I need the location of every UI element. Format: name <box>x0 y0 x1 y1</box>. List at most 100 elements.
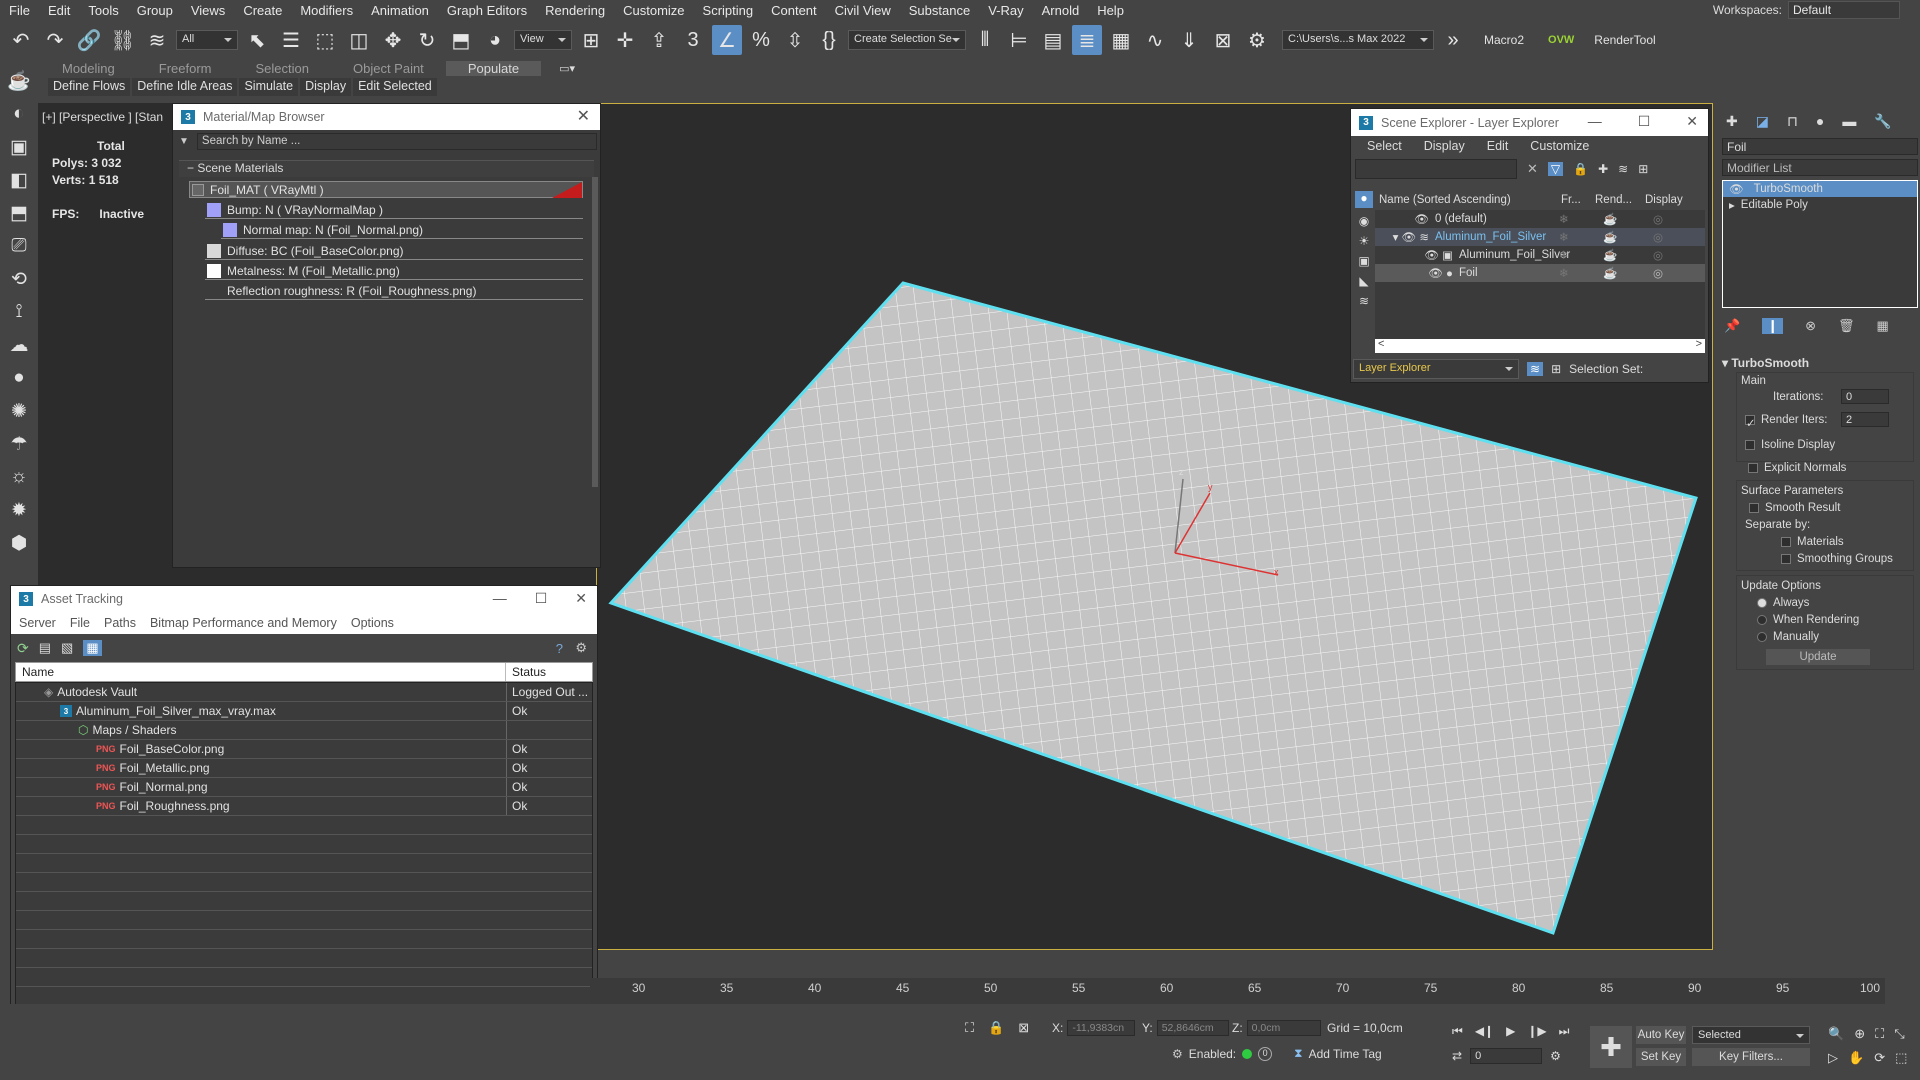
filter-icon[interactable]: ▽ <box>1547 162 1564 176</box>
cube-icon[interactable]: ⬢ <box>6 530 32 556</box>
menu-modifiers[interactable]: Modifiers <box>291 3 362 18</box>
align-icon[interactable]: ⊨ <box>1004 25 1034 55</box>
ovw-icon[interactable]: OVW <box>1548 34 1574 46</box>
display-icon[interactable]: ◎ <box>1653 266 1663 280</box>
settings-icon[interactable]: ⚙ <box>575 640 587 656</box>
pan-view-icon[interactable]: ✋ <box>1848 1050 1864 1066</box>
menu-create[interactable]: Create <box>234 3 291 18</box>
table-row[interactable]: PNG Foil_Roughness.png Ok <box>16 797 592 816</box>
menu-bitmap-performance[interactable]: Bitmap Performance and Memory <box>150 616 337 630</box>
clear-search-icon[interactable]: ✕ <box>1527 161 1538 177</box>
render-setup-icon[interactable]: ⚙ <box>1242 25 1272 55</box>
tab-freeform[interactable]: Freeform <box>137 61 234 76</box>
column-name-sorted[interactable]: Name (Sorted Ascending) <box>1375 194 1561 206</box>
maximize-icon[interactable]: ☐ <box>1638 113 1651 130</box>
create-tab-icon[interactable]: ✚ <box>1726 113 1738 130</box>
define-idle-areas-button[interactable]: Define Idle Areas <box>132 78 238 96</box>
utilities-tab-icon[interactable]: 🔧 <box>1874 113 1891 130</box>
menu-graph-editors[interactable]: Graph Editors <box>438 3 536 18</box>
umbrella-icon[interactable]: ☂ <box>6 431 32 457</box>
layer-row-aluminum-foil[interactable]: ▾ 👁 ≋ Aluminum_Foil_Silver ❄ ☕ ◎ <box>1375 228 1705 246</box>
material-item-diffuse[interactable]: Diffuse: BC (Foil_BaseColor.png) <box>205 243 583 260</box>
time-tag-icon[interactable]: ⧗ <box>1294 1046 1302 1061</box>
enabled-indicator-icon[interactable] <box>1242 1048 1253 1059</box>
menu-paths[interactable]: Paths <box>104 616 136 630</box>
workspace-dropdown[interactable]: Default <box>1788 1 1900 19</box>
edit-selected-button[interactable]: Edit Selected <box>353 78 437 96</box>
selection-filter-dropdown[interactable]: All <box>176 30 238 50</box>
update-manually-radio[interactable] <box>1757 631 1767 642</box>
pivot-center-icon[interactable]: ⊞ <box>576 25 606 55</box>
display-icon[interactable]: ◎ <box>1653 212 1663 226</box>
z-coordinate-field[interactable]: 0,0cm <box>1246 1020 1321 1036</box>
add-time-tag-button[interactable]: Add Time Tag <box>1309 1047 1382 1061</box>
percent-snap-icon[interactable]: % <box>746 25 776 55</box>
y-coordinate-field[interactable]: 52,8646cm <box>1156 1020 1229 1036</box>
menu-select[interactable]: Select <box>1367 139 1402 153</box>
placement-icon[interactable]: ◕ <box>480 25 510 55</box>
update-always-radio[interactable] <box>1757 597 1767 608</box>
display-all-icon[interactable]: ● <box>1355 191 1373 208</box>
tab-populate[interactable]: Populate <box>445 61 542 76</box>
absolute-mode-icon[interactable]: ⊠ <box>1018 1020 1029 1036</box>
thumbnail-icon[interactable]: ▧ <box>61 640 73 656</box>
menu-views[interactable]: Views <box>182 3 234 18</box>
project-folder-dropdown[interactable]: C:\Users\s...s Max 2022 <box>1282 30 1434 50</box>
object-row-foil[interactable]: 👁 ● Foil ❄ ☕ ◎ <box>1375 264 1705 282</box>
show-end-result-icon[interactable]: ❙ <box>1762 318 1784 334</box>
menu-server[interactable]: Server <box>19 616 56 630</box>
orbit-view-icon[interactable]: ⟳ <box>1874 1050 1885 1066</box>
explorer-type-dropdown[interactable]: Layer Explorer <box>1353 359 1519 379</box>
redo-icon[interactable]: ↷ <box>40 25 70 55</box>
display-tab-icon[interactable]: ▬ <box>1842 113 1856 129</box>
display-icon[interactable]: ◎ <box>1653 230 1663 244</box>
time-slider-track[interactable]: 30 35 40 45 50 55 60 65 70 75 80 85 90 9… <box>590 978 1885 1004</box>
isoline-display-checkbox[interactable] <box>1745 439 1755 450</box>
zoom-icon[interactable]: 🔍 <box>1828 1026 1844 1042</box>
time-config-icon[interactable]: ⚙ <box>1172 1047 1183 1061</box>
separate-materials-checkbox[interactable] <box>1781 536 1791 547</box>
add-layer-icon[interactable]: ✚ <box>1598 162 1608 176</box>
go-to-end-icon[interactable]: ⏭ <box>1559 1024 1570 1039</box>
menu-file[interactable]: File <box>0 3 39 18</box>
current-frame-field[interactable]: 0 <box>1470 1048 1543 1064</box>
window-crossing-icon[interactable]: ◫ <box>344 25 374 55</box>
scene-search-input[interactable] <box>1355 159 1517 179</box>
table-row[interactable]: ◈ Autodesk Vault Logged Out ... <box>16 683 592 702</box>
menu-civil-view[interactable]: Civil View <box>826 3 900 18</box>
material-editor-icon[interactable]: ⊠ <box>1208 25 1238 55</box>
cloud-icon[interactable]: ☁ <box>6 332 32 358</box>
menu-file[interactable]: File <box>70 616 90 630</box>
chevron-right-icon[interactable]: » <box>1438 25 1468 55</box>
rect-selection-icon[interactable]: ⬚ <box>310 25 340 55</box>
camera-icon[interactable]: ⎚ <box>6 233 32 259</box>
schematic-view-icon[interactable]: ⇓ <box>1174 25 1204 55</box>
key-selection-dropdown[interactable]: Selected <box>1692 1026 1810 1044</box>
toggle-ribbon-icon[interactable]: ▦ <box>1106 25 1136 55</box>
modify-icon[interactable]: ◧ <box>6 167 32 193</box>
stack-item-turbosmooth[interactable]: 👁 TurboSmooth <box>1723 181 1917 197</box>
macro-label[interactable]: Macro2 <box>1484 33 1524 47</box>
asset-tracking-titlebar[interactable]: 3 Asset Tracking — ☐ ✕ <box>11 586 597 612</box>
iterations-spinner[interactable]: 0 <box>1841 389 1889 404</box>
layers-icon[interactable]: ≋ <box>1618 162 1628 176</box>
cameras-icon[interactable]: ▣ <box>1358 254 1369 268</box>
object-name-field[interactable]: Foil <box>1722 138 1918 155</box>
populate-icon[interactable]: ⟟ <box>6 299 32 325</box>
layers-toggle-icon[interactable]: ≋ <box>1527 362 1544 376</box>
selection-lock-icon[interactable]: 🔒 <box>988 1020 1004 1036</box>
column-render[interactable]: Rend... <box>1595 194 1645 206</box>
light-icon[interactable]: ☼ <box>6 464 32 490</box>
zoom-all-icon[interactable]: ⊕ <box>1854 1026 1865 1042</box>
menu-tools[interactable]: Tools <box>79 3 127 18</box>
make-unique-icon[interactable]: ⊗ <box>1805 318 1816 334</box>
render-teapot-icon[interactable]: ☕ <box>1603 212 1653 226</box>
select-manipulate-icon[interactable]: ✛ <box>610 25 640 55</box>
x-coordinate-field[interactable]: -11,9383cn <box>1067 1020 1136 1036</box>
tab-selection[interactable]: Selection <box>234 61 331 76</box>
lights-icon[interactable]: ☀ <box>1359 234 1370 248</box>
ribbon-options-icon[interactable]: ▭▾ <box>559 62 575 75</box>
modifier-visibility-icon[interactable]: 👁 <box>1729 182 1744 196</box>
mirror-icon[interactable]: ⫴ <box>970 25 1000 55</box>
key-mode-icon[interactable]: 0 <box>1258 1046 1273 1061</box>
